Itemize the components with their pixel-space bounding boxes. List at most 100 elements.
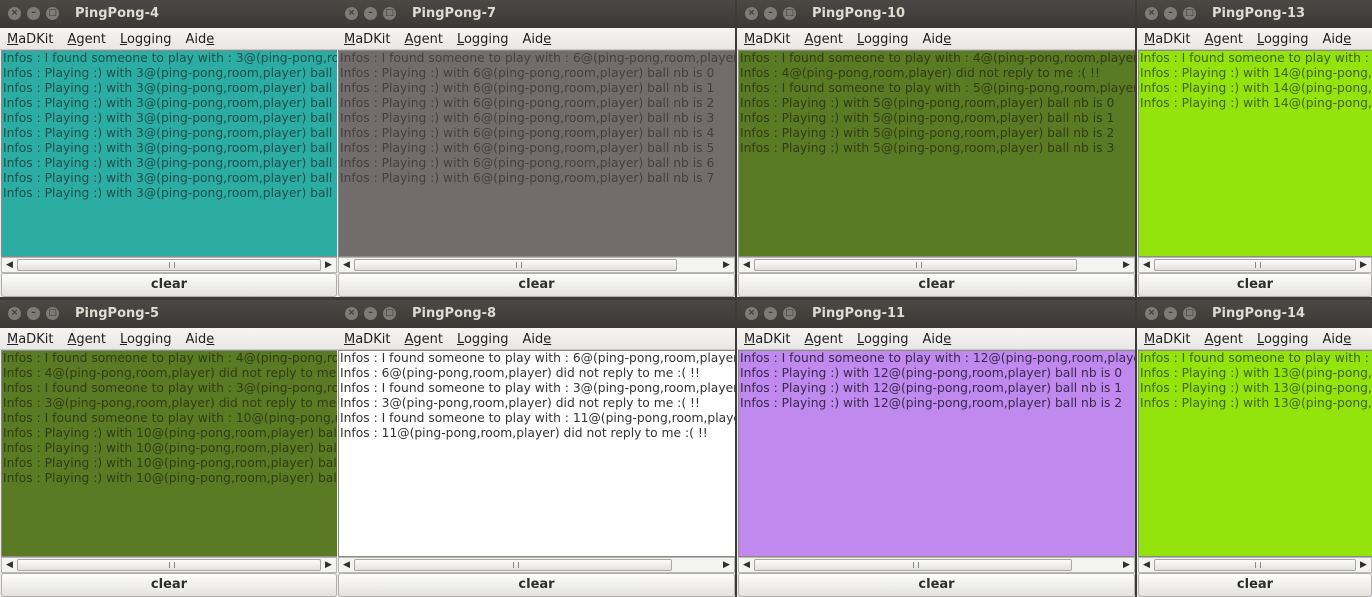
menu-item[interactable]: Logging (1250, 29, 1316, 50)
scroll-left-icon[interactable]: ◀ (339, 558, 354, 572)
horizontal-scrollbar[interactable]: ◀ ▶ (738, 257, 1135, 273)
menu-item[interactable]: Agent (797, 29, 850, 50)
close-button[interactable]: × (8, 307, 21, 320)
minimize-button[interactable]: – (364, 307, 377, 320)
scroll-thumb[interactable] (17, 559, 321, 571)
scroll-left-icon[interactable]: ◀ (339, 258, 354, 272)
maximize-button[interactable]: □ (383, 7, 396, 20)
horizontal-scrollbar[interactable]: ◀ ▶ (1138, 257, 1372, 273)
scroll-right-icon[interactable]: ▶ (1356, 258, 1371, 272)
menu-item[interactable]: Agent (1197, 329, 1250, 350)
close-button[interactable]: × (345, 7, 358, 20)
menu-item[interactable]: Agent (60, 29, 113, 50)
menu-item[interactable]: MaDKit (0, 29, 60, 50)
scroll-right-icon[interactable]: ▶ (321, 258, 336, 272)
horizontal-scrollbar[interactable]: ◀ ▶ (1, 257, 337, 273)
log-text-area[interactable]: Infos : I found someone to play with : 1… (1138, 350, 1372, 557)
menu-item[interactable]: Aide (1316, 29, 1359, 50)
menu-item[interactable]: Aide (516, 329, 559, 350)
minimize-button[interactable]: – (27, 307, 40, 320)
title-bar[interactable]: × – □ PingPong-8 (337, 300, 735, 328)
scroll-thumb[interactable] (354, 259, 677, 271)
minimize-button[interactable]: – (764, 307, 777, 320)
menu-item[interactable]: MaDKit (337, 329, 397, 350)
scroll-thumb[interactable] (17, 259, 321, 271)
scroll-thumb[interactable] (1154, 559, 1356, 571)
menu-item[interactable]: Logging (1250, 329, 1316, 350)
menu-item[interactable]: MaDKit (737, 29, 797, 50)
minimize-button[interactable]: – (764, 7, 777, 20)
menu-item[interactable]: Aide (1316, 329, 1359, 350)
log-text-area[interactable]: Infos : I found someone to play with : 6… (338, 350, 735, 557)
close-button[interactable]: × (8, 7, 21, 20)
clear-button[interactable]: clear (338, 573, 735, 597)
scroll-left-icon[interactable]: ◀ (739, 258, 754, 272)
scroll-right-icon[interactable]: ▶ (719, 558, 734, 572)
scroll-right-icon[interactable]: ▶ (1119, 258, 1134, 272)
scroll-left-icon[interactable]: ◀ (2, 558, 17, 572)
menu-item[interactable]: MaDKit (737, 329, 797, 350)
menu-item[interactable]: Agent (397, 29, 450, 50)
menu-item[interactable]: Aide (179, 29, 222, 50)
menu-item[interactable]: Agent (397, 329, 450, 350)
minimize-button[interactable]: – (1164, 7, 1177, 20)
menu-item[interactable]: Aide (916, 29, 959, 50)
scroll-right-icon[interactable]: ▶ (719, 258, 734, 272)
clear-button[interactable]: clear (1138, 573, 1372, 597)
menu-item[interactable]: Logging (450, 329, 516, 350)
clear-button[interactable]: clear (1, 273, 337, 297)
menu-item[interactable]: Logging (850, 329, 916, 350)
close-button[interactable]: × (745, 307, 758, 320)
scroll-right-icon[interactable]: ▶ (321, 558, 336, 572)
scroll-left-icon[interactable]: ◀ (2, 258, 17, 272)
scroll-right-icon[interactable]: ▶ (1119, 558, 1134, 572)
close-button[interactable]: × (745, 7, 758, 20)
log-text-area[interactable]: Infos : I found someone to play with : 1… (1138, 50, 1372, 257)
menu-item[interactable]: Logging (850, 29, 916, 50)
title-bar[interactable]: × – □ PingPong-7 (337, 0, 735, 28)
menu-item[interactable]: Logging (113, 329, 179, 350)
log-text-area[interactable]: Infos : I found someone to play with : 4… (738, 50, 1135, 257)
horizontal-scrollbar[interactable]: ◀ ▶ (338, 257, 735, 273)
maximize-button[interactable]: □ (46, 7, 59, 20)
title-bar[interactable]: × – □ PingPong-13 (1137, 0, 1372, 28)
maximize-button[interactable]: □ (783, 7, 796, 20)
scroll-thumb[interactable] (754, 559, 1072, 571)
close-button[interactable]: × (1145, 7, 1158, 20)
menu-item[interactable]: Logging (450, 29, 516, 50)
scroll-thumb[interactable] (354, 559, 672, 571)
log-text-area[interactable]: Infos : I found someone to play with : 3… (1, 50, 337, 257)
clear-button[interactable]: clear (1138, 273, 1372, 297)
maximize-button[interactable]: □ (383, 307, 396, 320)
horizontal-scrollbar[interactable]: ◀ ▶ (1, 557, 337, 573)
scroll-left-icon[interactable]: ◀ (1139, 558, 1154, 572)
log-text-area[interactable]: Infos : I found someone to play with : 1… (738, 350, 1135, 557)
menu-item[interactable]: Agent (60, 329, 113, 350)
title-bar[interactable]: × – □ PingPong-14 (1137, 300, 1372, 328)
title-bar[interactable]: × – □ PingPong-10 (737, 0, 1135, 28)
maximize-button[interactable]: □ (1183, 307, 1196, 320)
clear-button[interactable]: clear (738, 573, 1135, 597)
maximize-button[interactable]: □ (783, 307, 796, 320)
menu-item[interactable]: Logging (113, 29, 179, 50)
minimize-button[interactable]: – (27, 7, 40, 20)
close-button[interactable]: × (345, 307, 358, 320)
scroll-left-icon[interactable]: ◀ (739, 558, 754, 572)
menu-item[interactable]: MaDKit (0, 329, 60, 350)
menu-item[interactable]: Aide (516, 29, 559, 50)
menu-item[interactable]: Aide (916, 329, 959, 350)
scroll-right-icon[interactable]: ▶ (1356, 558, 1371, 572)
maximize-button[interactable]: □ (46, 307, 59, 320)
menu-item[interactable]: Aide (179, 329, 222, 350)
menu-item[interactable]: Agent (797, 329, 850, 350)
clear-button[interactable]: clear (738, 273, 1135, 297)
clear-button[interactable]: clear (1, 573, 337, 597)
log-text-area[interactable]: Infos : I found someone to play with : 4… (1, 350, 337, 557)
menu-item[interactable]: Agent (1197, 29, 1250, 50)
title-bar[interactable]: × – □ PingPong-11 (737, 300, 1135, 328)
log-text-area[interactable]: Infos : I found someone to play with : 6… (338, 50, 735, 257)
minimize-button[interactable]: – (364, 7, 377, 20)
close-button[interactable]: × (1145, 307, 1158, 320)
scroll-left-icon[interactable]: ◀ (1139, 258, 1154, 272)
horizontal-scrollbar[interactable]: ◀ ▶ (338, 557, 735, 573)
